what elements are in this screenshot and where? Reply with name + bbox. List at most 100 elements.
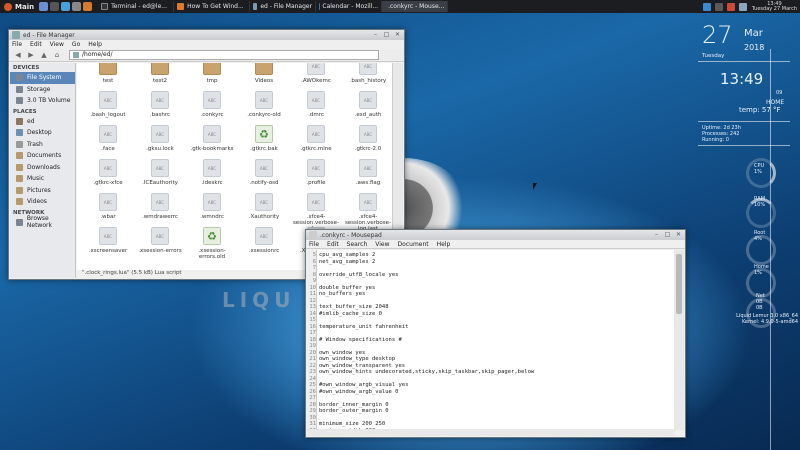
file-name: .bashrc [149, 112, 171, 118]
sidebar-item-label: Downloads [27, 163, 60, 171]
text-file-icon: ABC [307, 193, 325, 211]
task-label: Terminal - ed@le... [111, 3, 167, 10]
text-file-icon: ABC [151, 125, 169, 143]
conky-panel: 27 Mar 2018 Tuesday 13:49 09 HOME temp: … [690, 13, 800, 450]
close-icon[interactable]: ✕ [393, 31, 402, 39]
app-menu-logo-icon[interactable] [4, 2, 12, 11]
text-file-icon: ABC [203, 125, 221, 143]
close-icon[interactable]: ✕ [674, 231, 683, 239]
window-titlebar[interactable]: .conkyrc - Mousepad – □ ✕ [306, 230, 685, 240]
taskbar: Main Terminal - ed@le... How To Get Wind… [0, 0, 800, 13]
menu-help[interactable]: Help [437, 241, 451, 248]
menu-view[interactable]: View [50, 41, 64, 48]
file-item[interactable]: ABC .xsessionrc [239, 227, 289, 267]
sidebar-item-file-system[interactable]: File System [10, 72, 75, 84]
desktop-icon [16, 129, 23, 137]
menu-view[interactable]: View [375, 241, 389, 248]
file-name: .aws.flag [355, 180, 381, 186]
forward-arrow-icon[interactable]: ▶ [26, 50, 36, 60]
sidebar-item-pictures[interactable]: Pictures [10, 185, 75, 197]
sidebar-item-desktop[interactable]: Desktop [10, 127, 75, 139]
sidebar-item-label: Desktop [27, 129, 52, 137]
menu-document[interactable]: Document [398, 241, 429, 248]
menu-search[interactable]: Search [347, 241, 368, 248]
file-item[interactable]: ♻ .xsession-errors.old [187, 227, 237, 267]
toolbar: ◀ ▶ ▲ ⌂ /home/ed/ [9, 49, 404, 62]
volume-icon[interactable] [714, 2, 723, 11]
home-icon[interactable]: ⌂ [52, 50, 62, 60]
task-browser[interactable]: How To Get Wind... [174, 1, 251, 12]
sidebar-item-downloads[interactable]: Downloads [10, 162, 75, 174]
network-icon[interactable] [702, 2, 711, 11]
file-name: .AWOkemc [301, 78, 331, 84]
text-file-icon: ABC [307, 159, 325, 177]
text-file-icon: ABC [151, 91, 169, 109]
sidebar-item-home[interactable]: ed [10, 116, 75, 128]
file-name: .gtkrc-xfce [93, 180, 123, 186]
file-item[interactable]: ABC.xfce4-session.verbose-log.last [343, 193, 393, 233]
file-name: .gtk-bookmarks [190, 146, 234, 152]
home-folder-icon [16, 117, 23, 125]
text-editor[interactable]: 5 cpu_avg_samples 2 6 net_avg_samples 2 7 8 ov… [307, 250, 675, 430]
file-name: .conkyrc-old [247, 112, 281, 118]
file-name: .ICEauthority [142, 180, 178, 186]
launcher-icon[interactable] [61, 2, 71, 11]
mousepad-window[interactable]: .conkyrc - Mousepad – □ ✕ File Edit Sear… [305, 229, 686, 438]
file-name: .wmdrawerrc [142, 214, 178, 220]
sidebar-item-volume[interactable]: 3.0 TB Volume [10, 95, 75, 107]
menu-file[interactable]: File [309, 241, 319, 248]
menu-edit[interactable]: Edit [30, 41, 42, 48]
sidebar-item-storage[interactable]: Storage [10, 84, 75, 96]
clock-date: Tuesday 27 March [751, 5, 797, 12]
task-terminal[interactable]: Terminal - ed@le... [98, 1, 175, 12]
launcher-icon[interactable] [50, 2, 60, 11]
file-name: .face [101, 146, 115, 152]
sidebar-item-browse-network[interactable]: Browse Network [10, 215, 75, 230]
text-file-icon: ABC [359, 63, 377, 75]
home-value: 1% [754, 270, 762, 276]
launcher-icon[interactable] [72, 2, 82, 11]
taskbar-clock[interactable]: 13:49 Tuesday 27 March [751, 1, 797, 12]
system-tray: 13:49 Tuesday 27 March [701, 0, 800, 13]
menu-edit[interactable]: Edit [327, 241, 339, 248]
menu-go[interactable]: Go [72, 41, 80, 48]
battery-icon[interactable] [738, 2, 747, 11]
task-label: .conkyrc - Mouse... [388, 3, 445, 10]
file-name: .gksu.lock [146, 146, 174, 152]
main-menu-button[interactable]: Main [15, 3, 34, 11]
update-icon[interactable] [726, 2, 735, 11]
minimize-icon[interactable]: – [652, 231, 661, 239]
scrollbar-thumb[interactable] [676, 254, 682, 314]
launcher-icon[interactable] [83, 2, 93, 11]
videos-folder-icon [16, 198, 23, 206]
launcher-icon[interactable] [39, 2, 49, 11]
task-calendar[interactable]: Calendar - Mozill... [316, 1, 383, 12]
sidebar-item-trash[interactable]: Trash [10, 139, 75, 151]
task-file-manager[interactable]: ed - File Manager [250, 1, 317, 12]
sidebar-item-music[interactable]: Music [10, 173, 75, 185]
menu-help[interactable]: Help [88, 41, 102, 48]
up-arrow-icon[interactable]: ▲ [39, 50, 49, 60]
sidebar-heading: PLACES [13, 108, 37, 115]
text-file-icon: ABC [255, 159, 273, 177]
file-name: tmp [206, 78, 218, 84]
file-item[interactable]: ABC .xsession-errors [135, 227, 185, 267]
sidebar-item-label: ed [27, 117, 35, 125]
minimize-icon[interactable]: – [371, 31, 380, 39]
sidebar-item-videos[interactable]: Videos [10, 196, 75, 208]
horizontal-scrollbar[interactable] [307, 429, 675, 436]
file-item[interactable]: ABC .xscreensaver [83, 227, 133, 267]
menu-file[interactable]: File [12, 41, 22, 48]
location-bar[interactable]: /home/ed/ [69, 50, 379, 60]
sidebar: DEVICES File System Storage 3.0 TB Volum… [10, 63, 76, 278]
maximize-icon[interactable]: □ [663, 231, 672, 239]
window-titlebar[interactable]: ed - File Manager – □ ✕ [9, 30, 404, 40]
maximize-icon[interactable]: □ [382, 31, 391, 39]
task-mousepad[interactable]: .conkyrc - Mouse... [382, 1, 449, 12]
conky-location: HOME [766, 99, 785, 106]
sidebar-item-label: Browse Network [26, 215, 52, 230]
vertical-scrollbar[interactable] [674, 250, 684, 430]
back-arrow-icon[interactable]: ◀ [13, 50, 23, 60]
sidebar-item-documents[interactable]: Documents [10, 150, 75, 162]
text-file-icon: ABC [307, 125, 325, 143]
